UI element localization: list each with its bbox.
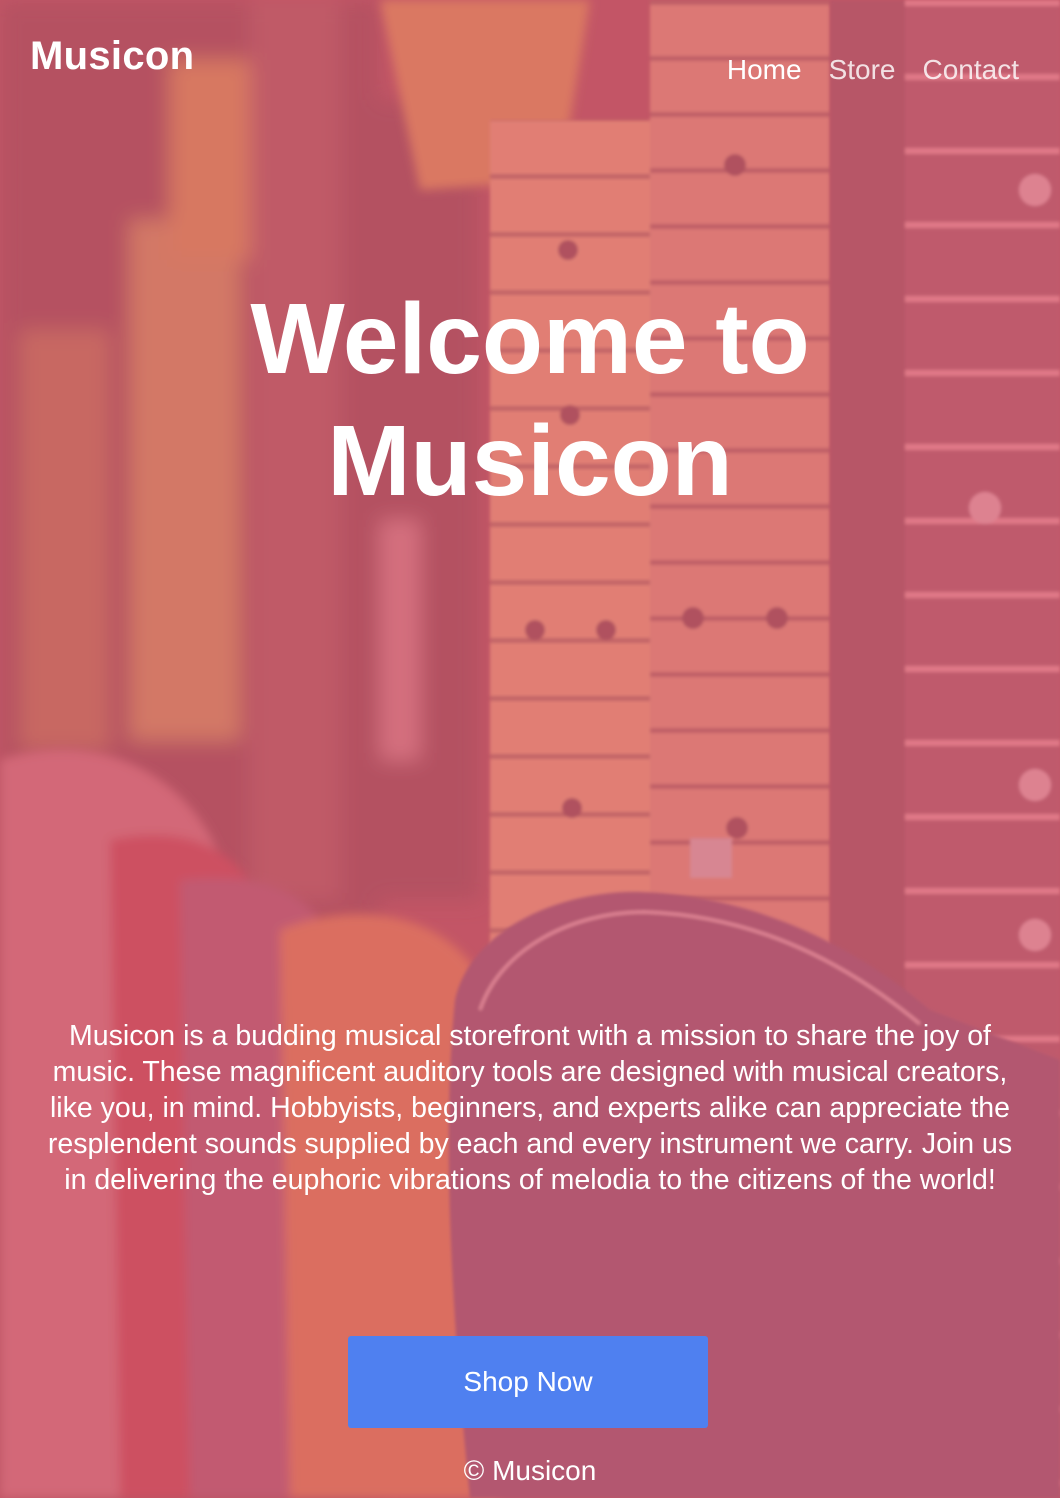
about-paragraph: Musicon is a budding musical storefront … <box>47 1020 1013 1196</box>
nav-item-store[interactable]: Store <box>829 54 896 86</box>
shop-now-button[interactable]: Shop Now <box>348 1336 708 1428</box>
brand-logo[interactable]: Musicon <box>30 34 194 79</box>
hero-title: Welcome to Musicon <box>0 278 1060 522</box>
footer-copyright: © Musicon <box>463 1455 597 1486</box>
hero-title-line-1: Welcome to <box>250 283 810 395</box>
nav-item-contact[interactable]: Contact <box>923 54 1020 86</box>
color-overlay <box>0 0 1060 1498</box>
hero-title-line-2: Musicon <box>327 405 733 517</box>
main-nav: Home Store Contact <box>727 54 1019 86</box>
nav-item-home[interactable]: Home <box>727 54 802 86</box>
